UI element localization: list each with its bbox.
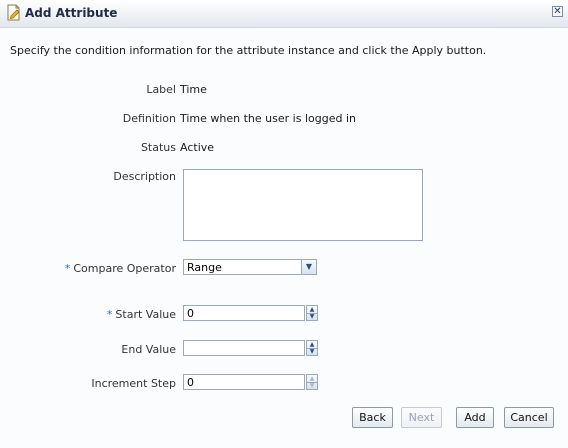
increment-step-text: 0 (187, 376, 194, 389)
end-value-spinner[interactable]: ▲ ▼ (306, 340, 318, 356)
increment-step-label: Increment Step (91, 377, 176, 390)
label-field-label: Label (146, 83, 176, 96)
instruction-text: Specify the condition information for th… (10, 44, 487, 57)
status-field-value: Active (180, 141, 215, 154)
add-button[interactable]: Add (456, 407, 494, 428)
description-textarea[interactable] (183, 169, 423, 241)
back-button[interactable]: Back (352, 407, 393, 428)
chevron-down-icon[interactable]: ▼ (301, 260, 316, 274)
start-value-label-text: Start Value (115, 308, 176, 321)
required-marker: * (64, 262, 71, 275)
compare-operator-select[interactable]: Range ▼ (183, 259, 317, 275)
definition-field-value: Time when the user is logged in (180, 112, 356, 125)
start-value-spinner[interactable]: ▲ ▼ (306, 305, 318, 321)
triangle-down-icon[interactable]: ▼ (307, 313, 317, 320)
cancel-button[interactable]: Cancel (504, 407, 554, 428)
description-field-label: Description (113, 170, 176, 183)
status-field-label: Status (140, 141, 176, 154)
end-value-label: End Value (121, 343, 176, 356)
compare-operator-label-text: Compare Operator (73, 262, 176, 275)
start-value-text: 0 (187, 307, 194, 320)
start-value-input[interactable]: 0 (183, 305, 305, 321)
compare-operator-value: Range (187, 261, 222, 274)
close-button[interactable]: ✕ (552, 6, 563, 17)
triangle-down-icon[interactable]: ▼ (307, 382, 317, 389)
required-marker: * (106, 308, 113, 321)
end-value-input[interactable] (183, 340, 305, 356)
label-field-value: Time (180, 83, 207, 96)
triangle-down-icon[interactable]: ▼ (307, 348, 317, 355)
increment-step-spinner[interactable]: ▲ ▼ (306, 374, 318, 390)
increment-step-input[interactable]: 0 (183, 374, 305, 390)
dialog-title: Add Attribute (25, 6, 118, 20)
next-button[interactable]: Next (401, 407, 442, 428)
add-attribute-dialog: Add Attribute ✕ Specify the condition in… (0, 0, 568, 448)
start-value-label: * Start Value (10, 308, 176, 321)
compare-operator-label: * Compare Operator (10, 262, 176, 275)
close-icon: ✕ (553, 6, 562, 17)
dialog-titlebar: Add Attribute ✕ (0, 0, 568, 28)
edit-document-icon (6, 4, 22, 21)
definition-field-label: Definition (122, 112, 176, 125)
